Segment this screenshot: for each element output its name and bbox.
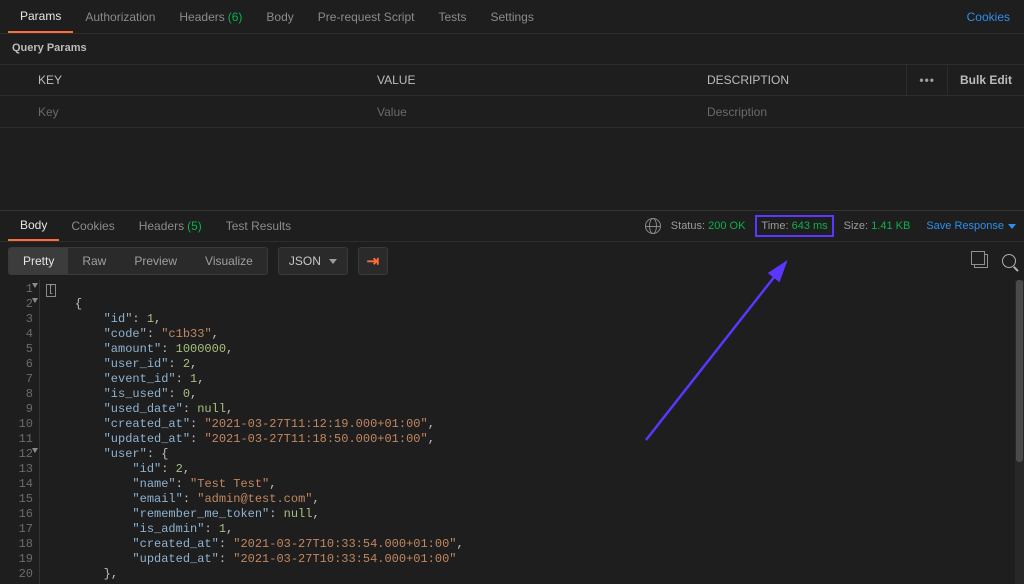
headers-count-badge: (6) [228, 10, 243, 24]
tab-headers[interactable]: Headers (6) [167, 0, 254, 33]
query-params-header: KEY VALUE DESCRIPTION ••• Bulk Edit [0, 64, 1024, 96]
bulk-edit-button[interactable]: Bulk Edit [947, 64, 1024, 96]
tab-headers-label: Headers [179, 10, 224, 24]
line-number-gutter: 1234567891011121314151617181920 [0, 280, 40, 584]
size-value: 1.41 KB [871, 220, 910, 232]
code-area[interactable]: [ { "id": 1, "code": "c1b33", "amount": … [40, 280, 1024, 584]
key-input[interactable]: Key [0, 105, 363, 119]
chevron-down-icon [1008, 224, 1016, 229]
query-params-label: Query Params [0, 34, 1024, 64]
line-wrap-button[interactable]: ⇥ [358, 247, 388, 275]
status-value: 200 OK [708, 220, 745, 232]
response-tab-cookies[interactable]: Cookies [59, 211, 126, 241]
tab-params[interactable]: Params [8, 0, 73, 33]
response-meta: Status: 200 OK Time: 643 ms Size: 1.41 K… [645, 215, 1016, 237]
tab-settings[interactable]: Settings [479, 0, 546, 33]
chevron-down-icon [329, 259, 337, 264]
view-visualize-button[interactable]: Visualize [191, 248, 267, 274]
tab-body[interactable]: Body [254, 0, 305, 33]
search-icon[interactable] [1002, 254, 1016, 268]
status-label: Status: 200 OK [671, 220, 746, 232]
tab-authorization[interactable]: Authorization [73, 0, 167, 33]
language-dropdown[interactable]: JSON [278, 247, 348, 275]
value-input[interactable]: Value [363, 105, 693, 119]
scroll-thumb[interactable] [1016, 280, 1023, 462]
time-value: 643 ms [792, 220, 828, 232]
cookies-link[interactable]: Cookies [967, 10, 1016, 24]
view-mode-group: Pretty Raw Preview Visualize [8, 247, 268, 275]
globe-icon[interactable] [645, 218, 661, 234]
save-response-button[interactable]: Save Response [920, 220, 1016, 232]
scrollbar[interactable] [1015, 280, 1024, 584]
tab-prerequest[interactable]: Pre-request Script [306, 0, 427, 33]
formatter-bar: Pretty Raw Preview Visualize JSON ⇥ [0, 242, 1024, 280]
response-tab-body[interactable]: Body [8, 211, 59, 241]
view-pretty-button[interactable]: Pretty [9, 248, 68, 274]
query-params-row[interactable]: Key Value Description [0, 96, 1024, 128]
response-tab-headers[interactable]: Headers (5) [127, 211, 214, 241]
response-body-viewer[interactable]: 1234567891011121314151617181920 [ { "id"… [0, 280, 1024, 584]
copy-icon[interactable] [974, 254, 988, 268]
tab-tests[interactable]: Tests [426, 0, 478, 33]
response-headers-count-badge: (5) [187, 219, 202, 233]
time-highlight-box: Time: 643 ms [755, 215, 833, 237]
view-raw-button[interactable]: Raw [68, 248, 120, 274]
col-header-key: KEY [0, 73, 363, 87]
col-header-value: VALUE [363, 73, 693, 87]
request-tabs: Params Authorization Headers (6) Body Pr… [0, 0, 1024, 34]
request-section: Params Authorization Headers (6) Body Pr… [0, 0, 1024, 210]
response-tab-testresults[interactable]: Test Results [214, 211, 303, 241]
columns-more-button[interactable]: ••• [906, 64, 947, 96]
response-tab-headers-label: Headers [139, 219, 184, 233]
wrap-icon: ⇥ [367, 252, 380, 270]
response-tabs: Body Cookies Headers (5) Test Results St… [0, 210, 1024, 242]
size-label: Size: 1.41 KB [844, 220, 911, 232]
description-input[interactable]: Description [693, 105, 1024, 119]
view-preview-button[interactable]: Preview [120, 248, 191, 274]
